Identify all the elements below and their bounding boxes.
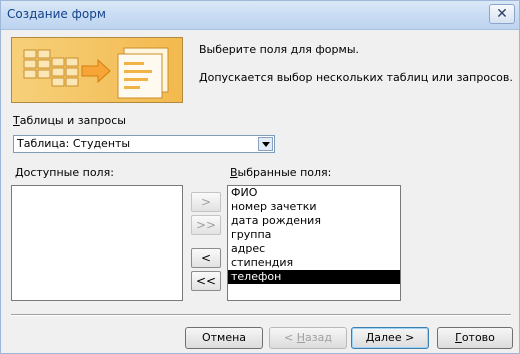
selected-fields-label-rest: ыбранные поля: xyxy=(237,166,332,179)
next-button-accel: Д xyxy=(365,331,375,344)
back-button-accel: Н xyxy=(296,331,306,344)
list-item[interactable]: ФИО xyxy=(228,186,400,200)
form-wizard-dialog: Создание форм ✕ Выберите поля для формы.… xyxy=(0,0,520,354)
tables-queries-value: Таблица: Студенты xyxy=(17,137,131,150)
selected-fields-label-accel: В xyxy=(230,166,238,179)
list-item[interactable]: номер зачетки xyxy=(228,200,400,214)
close-button[interactable]: ✕ xyxy=(489,4,515,24)
list-item[interactable]: группа xyxy=(228,228,400,242)
selected-fields-list[interactable]: ФИО номер зачетки дата рождения группа а… xyxy=(227,185,401,301)
available-fields-label-rest: оступные поля: xyxy=(23,166,114,179)
selected-fields-label: Выбранные поля: xyxy=(230,166,331,179)
remove-all-fields-button[interactable]: << xyxy=(191,271,221,291)
add-all-fields-button[interactable]: >> xyxy=(191,215,221,235)
footer-divider xyxy=(11,314,511,316)
remove-field-button[interactable]: < xyxy=(191,248,221,268)
instruction-text: Выберите поля для формы. xyxy=(199,43,359,56)
add-field-button[interactable]: > xyxy=(191,192,221,212)
tables-queries-select[interactable]: Таблица: Студенты xyxy=(13,135,275,153)
hint-text: Допускается выбор нескольких таблиц или … xyxy=(199,71,513,84)
list-item[interactable]: дата рождения xyxy=(228,214,400,228)
chevron-down-icon xyxy=(262,142,270,147)
cancel-button[interactable]: Отмена xyxy=(185,327,263,349)
title-bar: Создание форм ✕ xyxy=(1,1,519,30)
next-button-rest: алее > xyxy=(374,331,415,344)
list-item[interactable]: адрес xyxy=(228,242,400,256)
available-fields-label-accel: Д xyxy=(15,166,24,179)
available-fields-list[interactable] xyxy=(11,185,183,301)
combo-dropdown-button[interactable] xyxy=(258,137,273,151)
back-button-rest: азад xyxy=(305,331,332,344)
tables-queries-label: Таблицы и запросы xyxy=(13,114,126,127)
list-item[interactable]: стипендия xyxy=(228,256,400,270)
back-button[interactable]: < Назад xyxy=(269,327,347,349)
close-icon: ✕ xyxy=(496,6,508,22)
finish-button[interactable]: Готово xyxy=(437,327,513,349)
tables-queries-label-accel: Т xyxy=(13,114,20,127)
wizard-illustration xyxy=(11,37,183,103)
window-title: Создание форм xyxy=(7,7,106,21)
next-button[interactable]: Далее > xyxy=(351,327,429,349)
available-fields-label: Доступные поля: xyxy=(15,166,114,179)
finish-button-rest: отово xyxy=(461,331,495,344)
back-button-prefix: < xyxy=(284,331,297,344)
list-item[interactable]: телефон xyxy=(228,270,400,284)
finish-button-accel: Г xyxy=(455,331,462,344)
tables-queries-label-rest: аблицы и запросы xyxy=(19,114,126,127)
